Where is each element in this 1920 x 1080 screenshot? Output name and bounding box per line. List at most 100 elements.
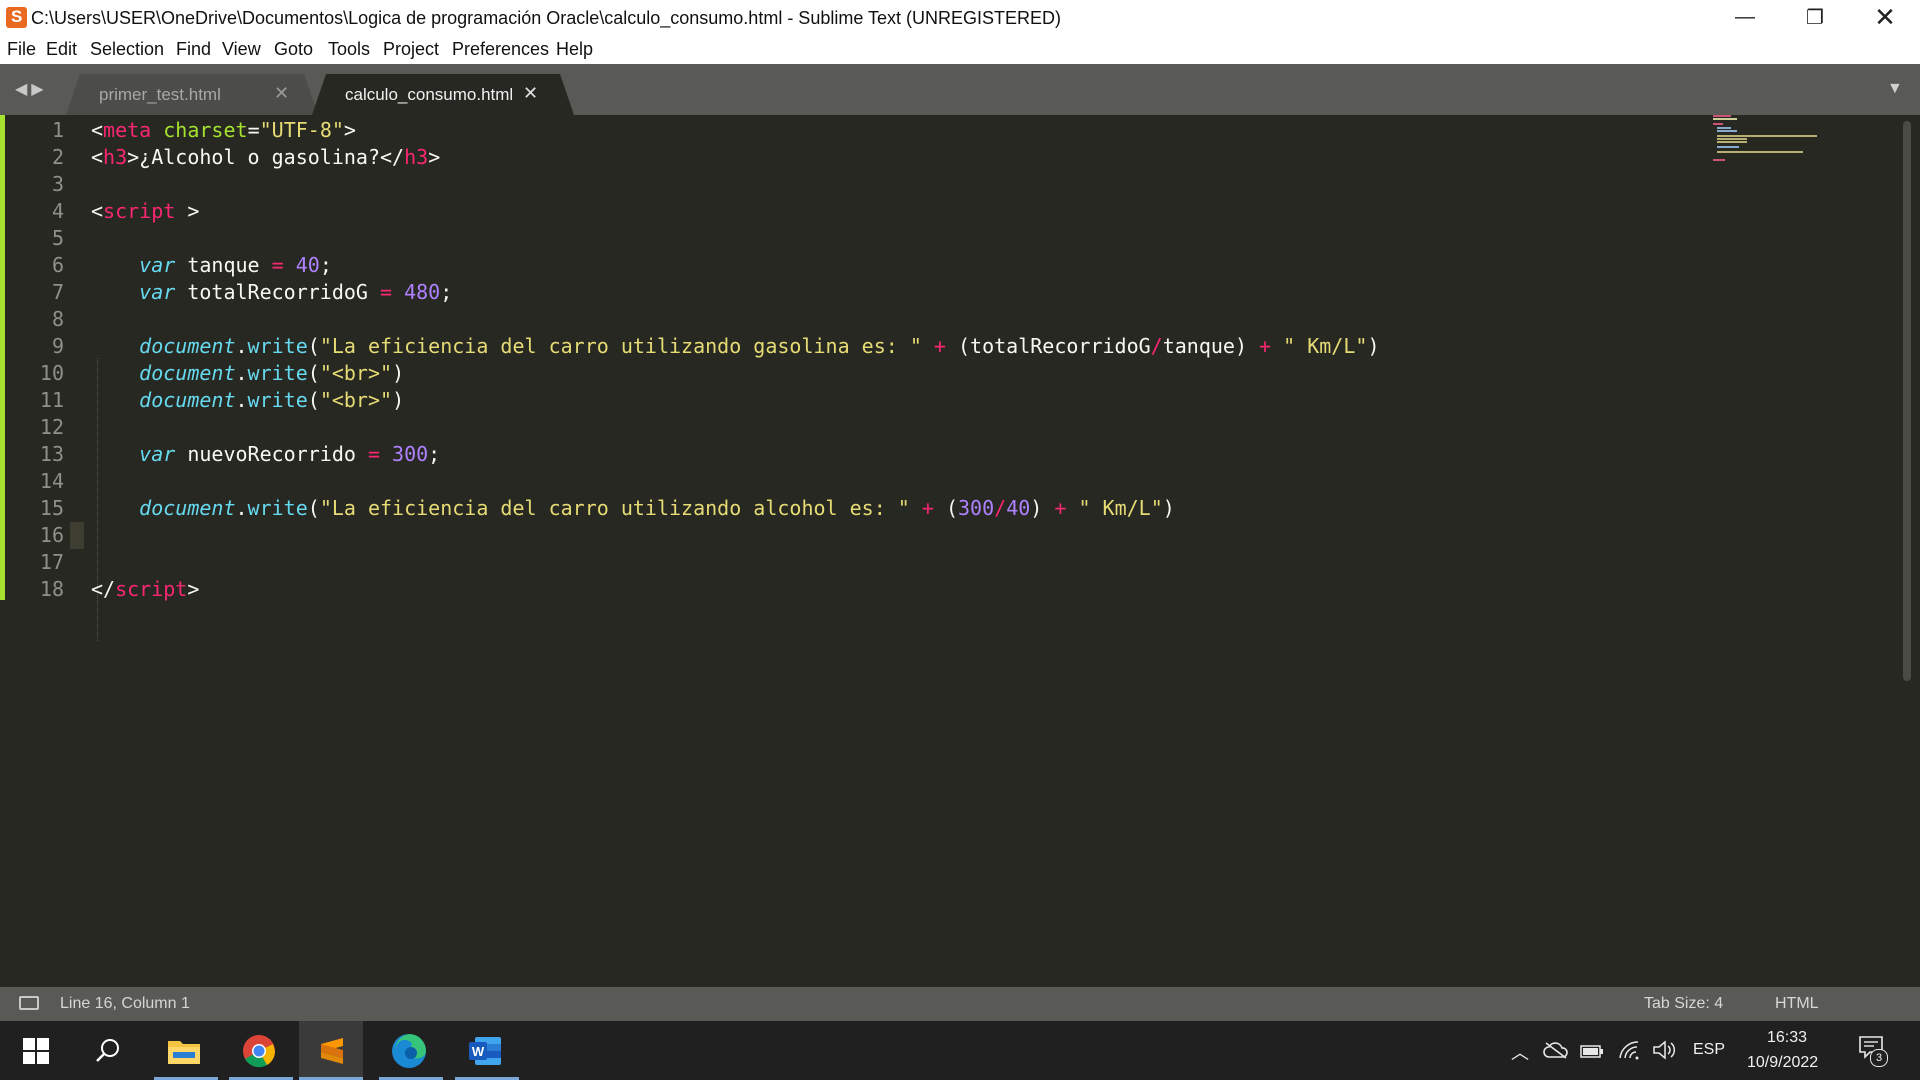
code-token: write [247,334,308,358]
line-number: 5 [51,226,64,250]
cursor-position[interactable]: Line 16, Column 1 [60,995,190,1013]
code-token: 300 [958,496,995,520]
menu-file[interactable]: File [7,39,36,60]
line-number: 4 [51,199,64,223]
code-token: tanque [175,253,272,277]
maximize-button[interactable]: ❐ [1780,0,1850,35]
tab-size-indicator[interactable]: Tab Size: 4 [1644,995,1723,1013]
word-icon: W [469,1036,501,1065]
close-window-button[interactable]: ✕ [1850,0,1920,35]
menu-project[interactable]: Project [383,39,439,60]
menu-view[interactable]: View [222,39,261,60]
taskbar-file-explorer[interactable] [154,1021,214,1080]
code-token: > [428,145,441,169]
show-hidden-icons-chevron-icon[interactable]: ︿ [1511,1039,1529,1065]
code-token: 40 [1006,496,1031,520]
tab-label: primer_test.html [99,85,221,104]
code-line[interactable]: document.write("La eficiencia del carro … [91,495,1175,522]
start-button[interactable] [6,1021,66,1080]
input-language-indicator[interactable]: ESP [1693,1041,1725,1059]
minimize-button[interactable]: — [1710,0,1780,35]
folder-icon [168,1040,200,1064]
tab-primer-test[interactable]: primer_test.html ✕ [66,74,318,115]
code-line[interactable]: var totalRecorridoG = 480; [91,279,452,306]
menu-tools[interactable]: Tools [328,39,370,60]
tab-bar: ◀▶ primer_test.html ✕ calculo_consumo.ht… [0,64,1920,115]
notification-center-button[interactable]: 3 [1858,1035,1888,1067]
vertical-scrollbar[interactable] [1903,121,1911,681]
code-token: "La eficiencia del carro utilizando alco… [319,496,910,520]
notification-count-badge: 3 [1870,1049,1888,1067]
tab-list-dropdown-icon[interactable]: ▼ [1887,80,1903,98]
taskbar-word[interactable]: W [455,1021,515,1080]
tab-calculo-consumo[interactable]: calculo_consumo.html ✕ [312,74,574,115]
code-token: ) [1162,496,1175,520]
code-line[interactable]: <script > [91,198,199,225]
taskbar-edge[interactable] [379,1021,439,1080]
line-number: 18 [39,577,64,601]
code-line[interactable]: var tanque = 40; [91,252,332,279]
code-token: "La eficiencia del carro utilizando gaso… [319,334,922,358]
code-token: > [343,118,356,142]
menu-bar: File Edit Selection Find View Goto Tools… [0,35,1920,64]
code-editor[interactable]: 1 2 3 4 5 6 7 8 9 10 11 12 13 14 15 16 17 18 <meta charse… [0,115,1920,987]
menu-goto[interactable]: Goto [274,39,313,60]
menu-preferences[interactable]: Preferences [452,39,549,60]
code-token: ( [307,361,320,385]
code-token: ( [307,496,320,520]
toggle-panel-icon[interactable] [19,996,39,1010]
code-line[interactable]: var nuevoRecorrido = 300; [91,441,440,468]
line-number: 6 [51,253,64,277]
menu-selection[interactable]: Selection [90,39,164,60]
code-token: "<br>" [319,361,393,385]
code-line[interactable]: </script> [91,576,199,603]
menu-edit[interactable]: Edit [46,39,77,60]
code-token: 40 [295,253,320,277]
volume-icon[interactable] [1652,1040,1676,1060]
code-token: ) [1367,334,1380,358]
code-token: " Km/L" [1283,334,1368,358]
code-token: < [91,145,104,169]
windows-logo-icon [23,1037,49,1064]
code-line[interactable]: <meta charset="UTF-8"> [91,117,356,144]
code-token: (totalRecorridoG [945,334,1151,358]
code-line[interactable]: document.write("<br>") [91,387,404,414]
code-token: write [247,361,308,385]
code-token: var [139,442,176,466]
taskbar-chrome[interactable] [229,1021,289,1080]
menu-find[interactable]: Find [176,39,211,60]
tab-close-icon[interactable]: ✕ [523,83,538,104]
wifi-icon[interactable] [1618,1040,1642,1060]
code-token: nuevoRecorrido [175,442,368,466]
code-line[interactable]: <h3>¿Alcohol o gasolina?</h3> [91,144,440,171]
code-token: 300 [392,442,429,466]
battery-icon[interactable] [1580,1043,1604,1059]
minimap[interactable] [1713,115,1863,175]
onedrive-cloud-icon[interactable] [1543,1041,1569,1059]
clock-time[interactable]: 16:33 [1767,1029,1807,1047]
tab-navigation-arrows-icon[interactable]: ◀▶ [15,79,48,99]
code-line[interactable]: document.write("La eficiencia del carro … [91,333,1379,360]
taskbar-sublime-text[interactable] [302,1021,362,1080]
code-token: document [139,388,236,412]
code-line[interactable]: document.write("<br>") [91,360,404,387]
syntax-indicator[interactable]: HTML [1775,995,1819,1013]
menu-help[interactable]: Help [556,39,593,60]
line-number: 9 [51,334,64,358]
code-token: ( [307,388,320,412]
chrome-icon [243,1034,276,1067]
code-token: ) [1030,496,1055,520]
search-button[interactable] [78,1021,138,1080]
code-token: + [933,334,946,358]
code-token: > [175,199,200,223]
clock-date[interactable]: 10/9/2022 [1747,1054,1818,1072]
tab-close-icon[interactable]: ✕ [274,83,289,104]
